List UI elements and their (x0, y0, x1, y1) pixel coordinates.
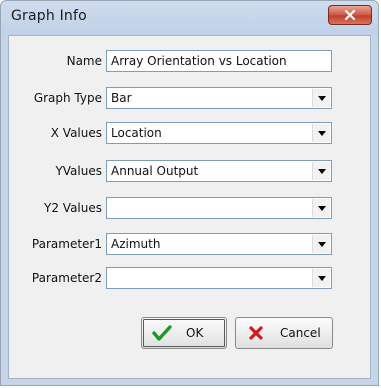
title-bar[interactable]: Graph Info (1, 1, 378, 35)
y2-values-label: Y2 Values (44, 201, 102, 215)
chevron-down-icon (317, 241, 326, 247)
chevron-down-icon (317, 95, 326, 101)
chevron-down-icon (317, 205, 326, 211)
x-values-row: X Values Location (9, 122, 370, 146)
chevron-down-icon (317, 130, 326, 136)
graph-type-row: Graph Type Bar (9, 87, 370, 111)
x-values-value: Location (111, 126, 162, 140)
graph-type-dropdown-button[interactable] (312, 89, 330, 107)
x-values-select[interactable]: Location (106, 122, 332, 144)
graph-type-select[interactable]: Bar (106, 87, 332, 109)
graph-type-value: Bar (111, 91, 132, 105)
parameter1-select[interactable]: Azimuth (106, 233, 332, 255)
dialog-title: Graph Info (11, 8, 87, 24)
x-values-label: X Values (50, 126, 102, 140)
cancel-button-label: Cancel (280, 326, 321, 340)
ok-button-label: OK (186, 326, 204, 340)
parameter2-row: Parameter2 (9, 267, 370, 291)
y-values-select[interactable]: Annual Output (106, 160, 332, 182)
y-values-dropdown-button[interactable] (312, 162, 330, 180)
ok-button[interactable]: OK (141, 317, 227, 349)
y2-values-select[interactable] (106, 197, 332, 219)
y2-values-row: Y2 Values (9, 197, 370, 221)
y-values-label: YValues (55, 164, 102, 178)
chevron-down-icon (317, 275, 326, 281)
y-values-value: Annual Output (111, 164, 199, 178)
dialog-body: Name Array Orientation vs Location Graph… (8, 35, 371, 379)
parameter2-label: Parameter2 (31, 271, 102, 285)
y-values-row: YValues Annual Output (9, 160, 370, 184)
name-label: Name (66, 54, 102, 68)
y2-values-dropdown-button[interactable] (312, 199, 330, 217)
parameter2-dropdown-button[interactable] (312, 269, 330, 287)
close-button[interactable] (328, 5, 372, 25)
x-icon (246, 323, 266, 343)
name-input-value: Array Orientation vs Location (111, 54, 287, 68)
close-icon (344, 10, 356, 20)
chevron-down-icon (317, 168, 326, 174)
name-input[interactable]: Array Orientation vs Location (106, 50, 332, 72)
parameter1-label: Parameter1 (31, 237, 102, 251)
parameter1-row: Parameter1 Azimuth (9, 233, 370, 257)
checkmark-icon (152, 323, 172, 343)
parameter1-value: Azimuth (111, 237, 161, 251)
parameter2-select[interactable] (106, 267, 332, 289)
parameter1-dropdown-button[interactable] (312, 235, 330, 253)
cancel-button[interactable]: Cancel (235, 317, 333, 349)
graph-info-dialog: Graph Info Name Array Orientation vs Loc… (0, 0, 379, 386)
name-row: Name Array Orientation vs Location (9, 50, 370, 74)
graph-type-label: Graph Type (33, 91, 102, 105)
x-values-dropdown-button[interactable] (312, 124, 330, 142)
